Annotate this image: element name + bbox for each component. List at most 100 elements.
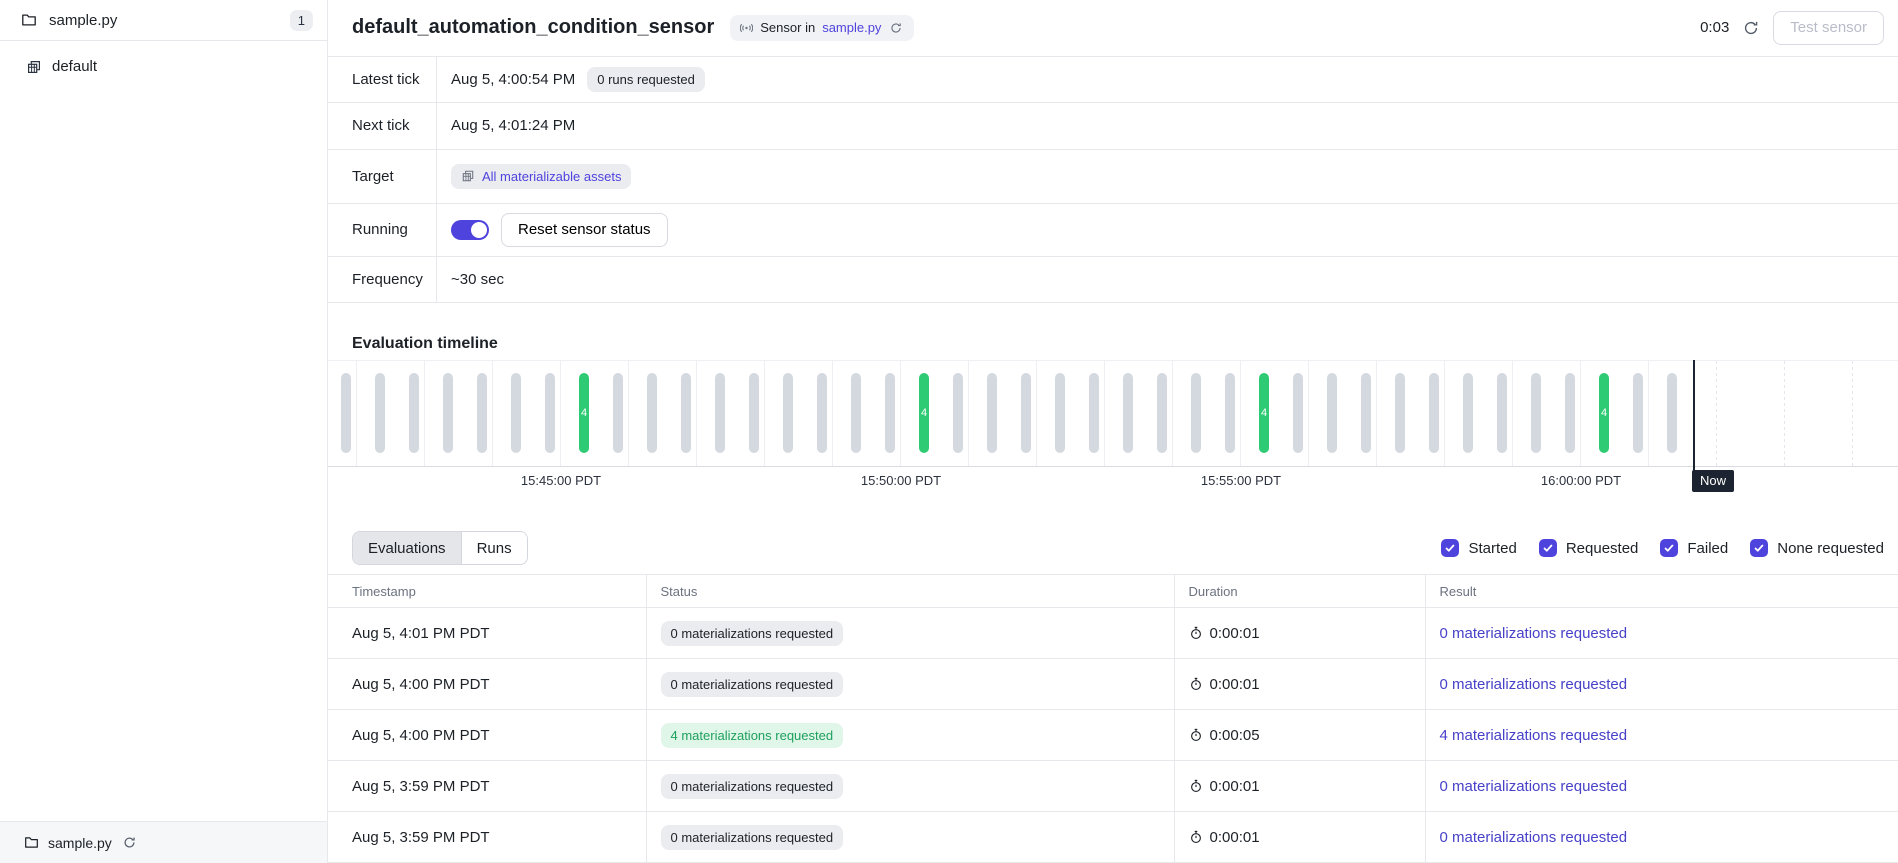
tick-bar-requested[interactable]: 4 (919, 373, 929, 453)
result-link[interactable]: 0 materializations requested (1440, 778, 1628, 795)
tick-bar[interactable] (375, 373, 385, 453)
sidebar: sample.py 1 default sample.py (0, 0, 328, 863)
sensor-context-badge: Sensor in sample.py (730, 15, 914, 41)
tick-bar[interactable] (477, 373, 487, 453)
table-row: Aug 5, 3:59 PM PDT 0 materializations re… (328, 761, 1898, 812)
filter-requested[interactable]: Requested (1539, 539, 1639, 557)
tick-bar[interactable] (1089, 373, 1099, 453)
stopwatch-icon (1189, 626, 1203, 640)
tick-bar[interactable] (1157, 373, 1167, 453)
target-assets-link[interactable]: All materializable assets (451, 164, 631, 189)
tick-bar[interactable] (749, 373, 759, 453)
tick-bar[interactable] (1225, 373, 1235, 453)
main-panel: default_automation_condition_sensor Sens… (328, 0, 1898, 863)
status-badge: 0 materializations requested (661, 825, 844, 850)
sidebar-item-default[interactable]: default (0, 53, 327, 80)
tick-bar[interactable] (715, 373, 725, 453)
tick-bar-requested[interactable]: 4 (1259, 373, 1269, 453)
filter-failed[interactable]: Failed (1660, 539, 1728, 557)
timeline-gridline (1648, 361, 1649, 466)
filter-label: Failed (1687, 540, 1728, 557)
timeline-gridline (764, 361, 765, 466)
tick-bar[interactable] (987, 373, 997, 453)
running-toggle[interactable] (451, 220, 489, 240)
tab-evaluations[interactable]: Evaluations (353, 532, 462, 564)
tick-bar[interactable] (885, 373, 895, 453)
column-result: Result (1425, 575, 1898, 608)
timeline-gridline (1716, 361, 1717, 466)
axis-tick-label: 15:55:00 PDT (1201, 473, 1281, 488)
tick-bar[interactable] (953, 373, 963, 453)
tab-runs[interactable]: Runs (462, 532, 527, 564)
timeline-gridline (628, 361, 629, 466)
tick-bar[interactable] (783, 373, 793, 453)
timeline-gridline (1852, 361, 1853, 466)
tick-bar-requested[interactable]: 4 (579, 373, 589, 453)
timeline-gridline (1376, 361, 1377, 466)
tick-bar[interactable] (511, 373, 521, 453)
evaluations-table: Timestamp Status Duration Result Aug 5, … (328, 574, 1898, 863)
result-link[interactable]: 0 materializations requested (1440, 829, 1628, 846)
tick-bar[interactable] (1429, 373, 1439, 453)
page-title: default_automation_condition_sensor (352, 16, 714, 39)
refresh-icon[interactable] (1741, 18, 1761, 38)
detail-row-target: Target All materializable assets (328, 150, 1898, 204)
duration-value: 0:00:01 (1210, 625, 1260, 642)
code-location-link[interactable]: sample.py (822, 20, 881, 35)
checkbox-checked-icon (1660, 539, 1678, 557)
reload-location-icon[interactable] (121, 834, 138, 851)
result-link[interactable]: 4 materializations requested (1440, 727, 1628, 744)
tick-bar[interactable] (443, 373, 453, 453)
tick-bar[interactable] (851, 373, 861, 453)
tick-bar[interactable] (1361, 373, 1371, 453)
result-link[interactable]: 0 materializations requested (1440, 676, 1628, 693)
timeline-gridline (1580, 361, 1581, 466)
evaluation-timeline: 4444 15:45:00 PDT15:50:00 PDT15:55:00 PD… (328, 360, 1898, 491)
sidebar-file-label: sample.py (49, 12, 117, 29)
tick-bar[interactable] (1667, 373, 1677, 453)
axis-tick-label: 15:45:00 PDT (521, 473, 601, 488)
tick-bar[interactable] (545, 373, 555, 453)
tick-bar[interactable] (1463, 373, 1473, 453)
timestamp-cell: Aug 5, 3:59 PM PDT (328, 761, 646, 812)
next-tick-value: Aug 5, 4:01:24 PM (451, 117, 575, 134)
tick-bar[interactable] (1497, 373, 1507, 453)
view-tabs: Evaluations Runs (352, 531, 528, 565)
tick-bar[interactable] (647, 373, 657, 453)
tick-bar[interactable] (1531, 373, 1541, 453)
tick-bar[interactable] (613, 373, 623, 453)
tick-bar[interactable] (1293, 373, 1303, 453)
tick-bar[interactable] (817, 373, 827, 453)
filter-started[interactable]: Started (1441, 539, 1516, 557)
tick-bar[interactable] (1021, 373, 1031, 453)
tick-bar[interactable] (1191, 373, 1201, 453)
column-status: Status (646, 575, 1174, 608)
tick-bar[interactable] (1327, 373, 1337, 453)
stopwatch-icon (1189, 728, 1203, 742)
sidebar-item-sample-py[interactable]: sample.py 1 (0, 0, 327, 41)
duration-value: 0:00:01 (1210, 778, 1260, 795)
column-timestamp: Timestamp (328, 575, 646, 608)
tick-bar[interactable] (681, 373, 691, 453)
timeline-gridline (1308, 361, 1309, 466)
timeline-gridline (1104, 361, 1105, 466)
sensor-icon (740, 22, 753, 34)
status-badge: 0 materializations requested (661, 672, 844, 697)
tick-bar[interactable] (409, 373, 419, 453)
tick-bar[interactable] (1055, 373, 1065, 453)
test-sensor-button[interactable]: Test sensor (1773, 11, 1884, 45)
reset-sensor-status-button[interactable]: Reset sensor status (501, 213, 668, 247)
tick-bar[interactable] (1123, 373, 1133, 453)
tick-bar[interactable] (1565, 373, 1575, 453)
target-assets-label: All materializable assets (482, 168, 621, 185)
tick-bar[interactable] (341, 373, 351, 453)
tick-bar[interactable] (1395, 373, 1405, 453)
filter-none-requested[interactable]: None requested (1750, 539, 1884, 557)
timeline-gridline (832, 361, 833, 466)
frequency-value: ~30 sec (451, 271, 504, 288)
result-link[interactable]: 0 materializations requested (1440, 625, 1628, 642)
tick-bar-requested[interactable]: 4 (1599, 373, 1609, 453)
reload-icon[interactable] (888, 20, 904, 36)
detail-label: Next tick (328, 103, 437, 149)
tick-bar[interactable] (1633, 373, 1643, 453)
